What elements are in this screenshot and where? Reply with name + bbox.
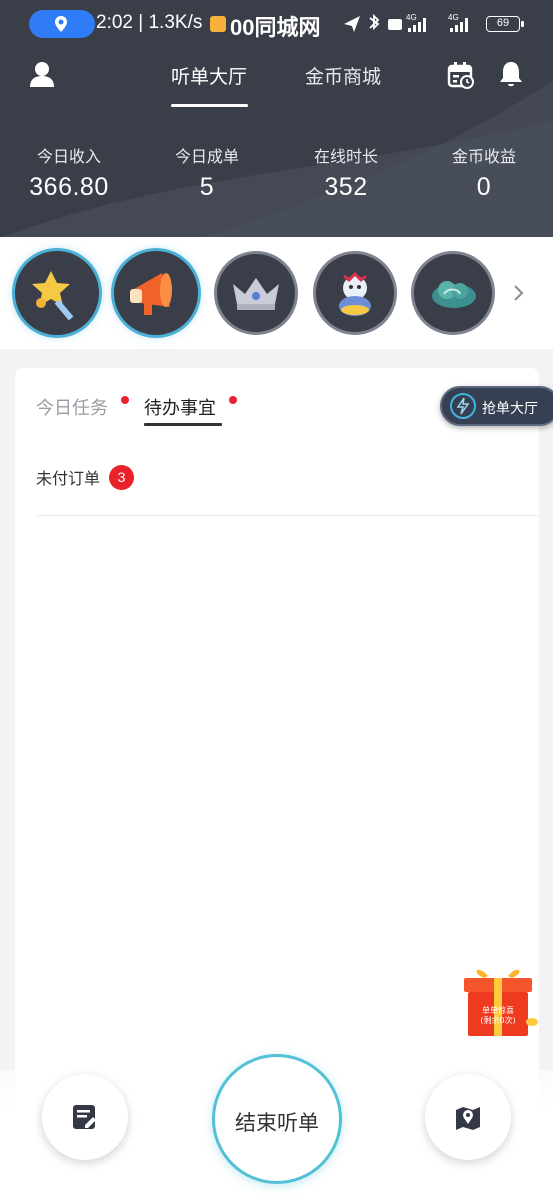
- mascot-icon: [339, 271, 371, 316]
- edit-note-icon: [73, 1105, 96, 1129]
- crown-icon: [233, 278, 279, 310]
- badge-megaphone[interactable]: [114, 251, 198, 335]
- status-icons: 4G 4G: [344, 13, 468, 32]
- grab-hall-label: 抢单大厅: [482, 401, 538, 417]
- unpaid-orders-count-badge: 3: [109, 465, 134, 490]
- end-listening-label: 结束听单: [235, 1111, 319, 1135]
- tab-underline: [171, 104, 248, 107]
- magic-wand-icon: [32, 271, 74, 321]
- status-app-name: 00同城网: [230, 15, 321, 40]
- tab-todo-items-dot: [229, 396, 237, 404]
- battery-icon: 69: [486, 16, 524, 32]
- calendar-icon[interactable]: [447, 61, 475, 89]
- battery-level: 69: [496, 17, 510, 29]
- lightning-icon: [450, 393, 476, 419]
- edit-note-button[interactable]: [42, 1074, 128, 1160]
- content-tab-underline: [144, 423, 222, 426]
- badge-mascot[interactable]: [313, 251, 397, 335]
- stat-label: 今日收入: [36, 147, 101, 166]
- tab-today-tasks[interactable]: 今日任务: [36, 394, 108, 420]
- map-marker-icon: [456, 1107, 480, 1130]
- badge-magic-wand[interactable]: [15, 251, 99, 335]
- status-time: 2:02: [96, 12, 133, 33]
- stat-value: 5: [199, 173, 215, 201]
- stat-online-duration: 在线时长 352: [286, 143, 406, 202]
- badge-crown[interactable]: [214, 251, 298, 335]
- tab-todo-items[interactable]: 待办事宜: [144, 394, 216, 420]
- stat-value: 366.80: [29, 173, 109, 201]
- row-divider: [36, 515, 539, 516]
- hd-icon: [388, 19, 402, 30]
- location-pin-icon: [55, 16, 67, 32]
- stat-label: 今日成单: [174, 147, 239, 166]
- cloud-icon: [432, 281, 476, 308]
- status-bar: 2:02 | 1.3K/s 00同城网 4G 4G 69: [0, 0, 553, 48]
- gift-caption: 单单惊喜 (剩余0次): [468, 1006, 528, 1026]
- tab-order-hall[interactable]: 听单大厅: [171, 62, 247, 89]
- stat-today-income: 今日收入 366.80: [9, 143, 129, 202]
- badge-strip: [0, 237, 553, 349]
- notification-bell-icon[interactable]: [498, 60, 524, 88]
- network-label-2: 4G: [448, 13, 459, 22]
- navigation-arrow-icon: [344, 16, 360, 32]
- megaphone-icon: [130, 273, 172, 315]
- gift-line1: 单单惊喜: [482, 1006, 514, 1015]
- gift-box-icon[interactable]: [456, 962, 540, 1042]
- user-profile-icon[interactable]: [28, 60, 56, 88]
- location-pill[interactable]: [29, 10, 95, 38]
- status-speed: 1.3K/s: [148, 12, 203, 33]
- tab-coin-shop[interactable]: 金币商城: [305, 62, 381, 89]
- stat-value: 352: [324, 173, 368, 201]
- stat-label: 在线时长: [313, 147, 378, 166]
- app-notification-icon: [210, 16, 226, 32]
- stat-label: 金币收益: [451, 147, 516, 166]
- stat-coin-earnings: 金币收益 0: [424, 143, 544, 202]
- end-listening-button[interactable]: 结束听单: [212, 1054, 342, 1184]
- grab-hall-button[interactable]: 抢单大厅: [440, 386, 553, 426]
- tab-today-tasks-dot: [121, 396, 129, 404]
- badge-cloud[interactable]: [411, 251, 495, 335]
- stat-value: 0: [476, 173, 492, 201]
- network-label-1: 4G: [406, 13, 417, 22]
- stat-today-orders: 今日成单 5: [147, 143, 267, 202]
- unpaid-orders-label[interactable]: 未付订单: [36, 465, 100, 489]
- chevron-right-icon[interactable]: [513, 284, 525, 302]
- bluetooth-icon: [369, 13, 380, 31]
- map-button[interactable]: [425, 1074, 511, 1160]
- gift-line2: (剩余0次): [480, 1016, 516, 1025]
